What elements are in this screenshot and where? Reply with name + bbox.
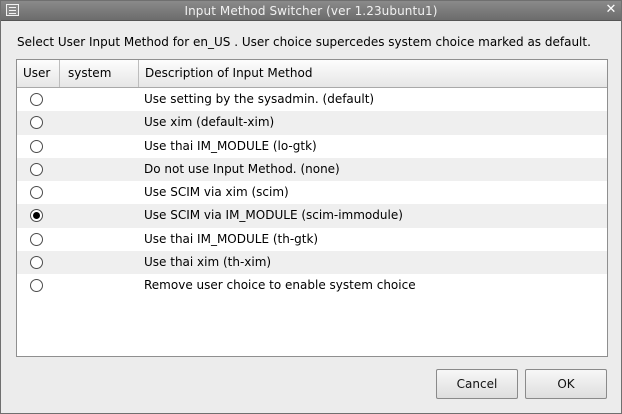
table-row[interactable]: Use xim (default-xim) <box>17 111 607 135</box>
table-header: User system Description of Input Method <box>17 60 607 88</box>
table-row[interactable]: Use thai xim (th-xim) <box>17 251 607 275</box>
input-method-description: Use SCIM via xim (scim) <box>144 185 289 200</box>
user-choice-radio[interactable] <box>30 139 43 153</box>
window-title: Input Method Switcher (ver 1.23ubuntu1) <box>184 4 438 18</box>
input-method-description: Remove user choice to enable system choi… <box>144 278 416 293</box>
user-choice-radio[interactable] <box>30 186 43 200</box>
user-choice-radio[interactable] <box>30 256 43 270</box>
input-method-switcher-window: Input Method Switcher (ver 1.23ubuntu1) … <box>0 0 622 414</box>
user-choice-radio[interactable] <box>30 209 43 223</box>
close-icon[interactable]: ✕ <box>605 3 617 16</box>
input-method-description: Do not use Input Method. (none) <box>144 161 340 176</box>
table-row[interactable]: Use SCIM via xim (scim) <box>17 181 607 204</box>
table-row[interactable]: Remove user choice to enable system choi… <box>17 274 607 297</box>
system-column-header[interactable]: system <box>60 60 139 87</box>
cancel-button[interactable]: Cancel <box>436 369 518 399</box>
input-method-description: Use setting by the sysadmin. (default) <box>144 92 375 106</box>
input-method-description: Use thai IM_MODULE (lo-gtk) <box>144 138 317 153</box>
user-choice-radio[interactable] <box>30 116 43 130</box>
table-row[interactable]: Do not use Input Method. (none) <box>17 157 607 182</box>
title-bar[interactable]: Input Method Switcher (ver 1.23ubuntu1) … <box>1 1 621 21</box>
table-rows: Use setting by the sysadmin. (default) U… <box>17 88 607 298</box>
input-method-description: Use xim (default-xim) <box>144 115 275 130</box>
instruction-text: Select User Input Method for en_US . Use… <box>17 35 591 49</box>
user-choice-radio[interactable] <box>30 93 43 106</box>
ok-button[interactable]: OK <box>525 369 607 399</box>
table-row[interactable]: Use setting by the sysadmin. (default) <box>17 88 607 111</box>
input-method-description: Use SCIM via IM_MODULE (scim-immodule) <box>144 208 403 223</box>
table-row[interactable]: Use thai IM_MODULE (th-gtk) <box>17 228 607 251</box>
table-row[interactable]: Use thai IM_MODULE (lo-gtk) <box>17 135 607 158</box>
table-row[interactable]: Use SCIM via IM_MODULE (scim-immodule) <box>17 204 607 228</box>
user-column-header[interactable]: User <box>17 60 60 87</box>
user-choice-radio[interactable] <box>30 279 43 293</box>
input-method-description: Use thai xim (th-xim) <box>144 255 272 270</box>
user-choice-radio[interactable] <box>30 232 43 246</box>
user-choice-radio[interactable] <box>30 162 43 176</box>
input-method-table: User system Description of Input Method … <box>16 59 608 357</box>
description-column-header[interactable]: Description of Input Method <box>139 60 607 87</box>
input-method-description: Use thai IM_MODULE (th-gtk) <box>144 231 319 246</box>
